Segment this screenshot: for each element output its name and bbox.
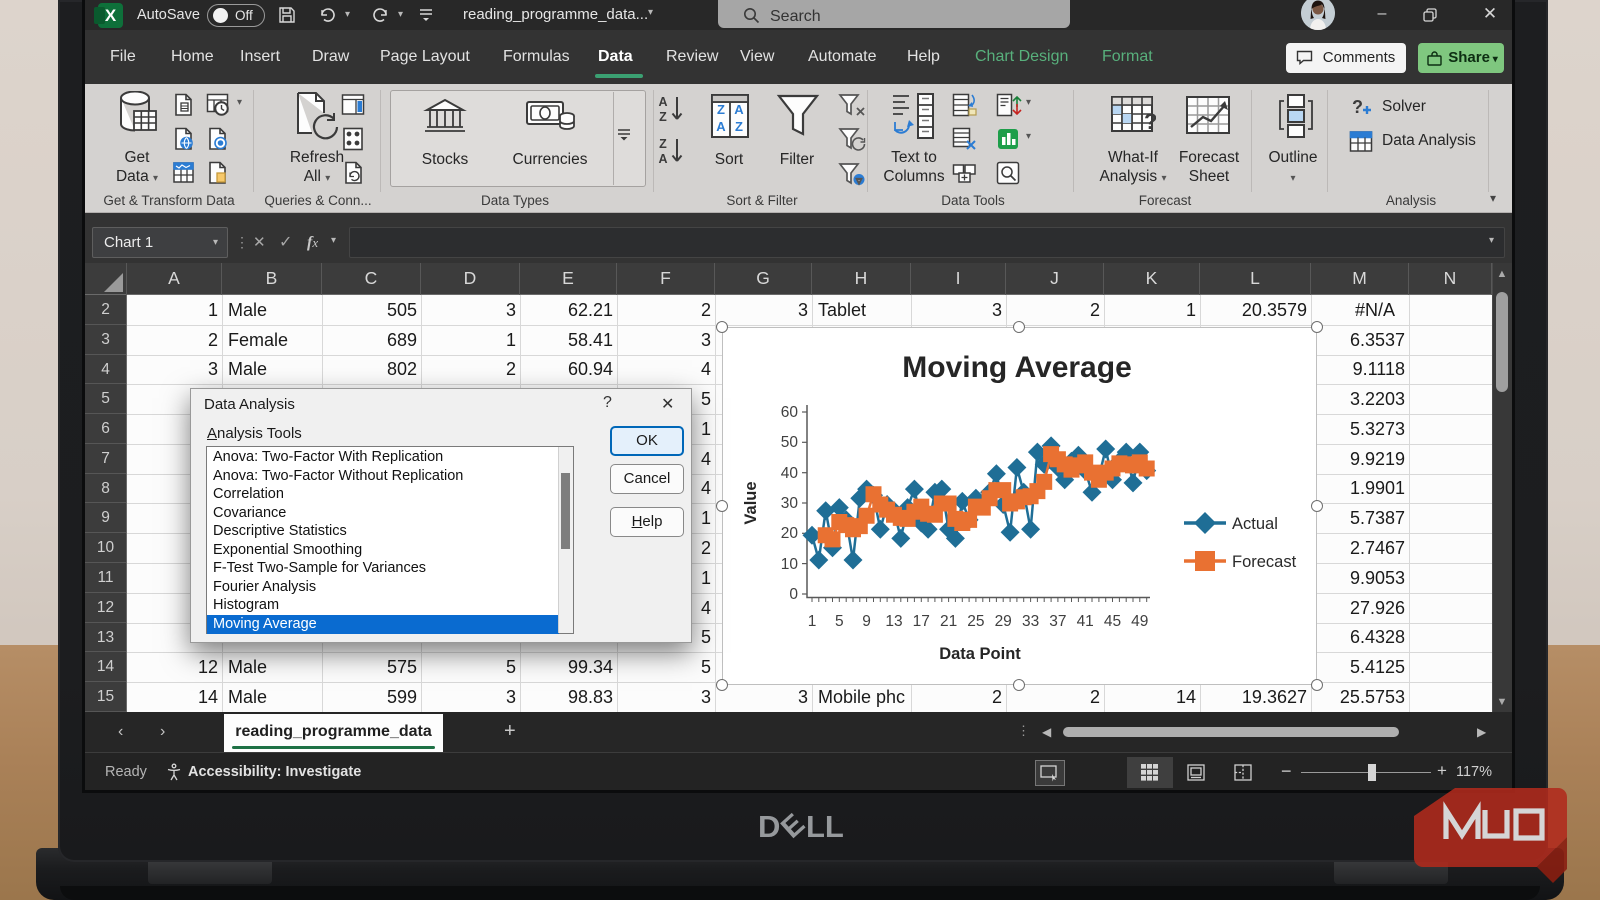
svg-text:Data Point: Data Point — [939, 645, 1021, 663]
svg-text:Z: Z — [659, 110, 667, 124]
svg-text:30: 30 — [781, 495, 799, 512]
svg-text:A: A — [734, 102, 744, 117]
svg-text:LL: LL — [806, 809, 844, 844]
svg-text:60: 60 — [781, 404, 799, 421]
svg-text:20: 20 — [781, 525, 799, 542]
svg-text:17: 17 — [913, 613, 930, 630]
svg-text:A: A — [716, 119, 726, 134]
svg-text:37: 37 — [1049, 613, 1066, 630]
svg-text:13: 13 — [885, 613, 902, 630]
svg-text:10: 10 — [781, 556, 799, 573]
svg-text:A: A — [658, 152, 667, 166]
svg-text:50: 50 — [781, 434, 799, 451]
svg-text:Value: Value — [742, 481, 760, 524]
svg-text:29: 29 — [995, 613, 1012, 630]
svg-text:1: 1 — [808, 613, 817, 630]
svg-text:▾: ▾ — [856, 176, 862, 186]
svg-text:21: 21 — [940, 613, 957, 630]
svg-text:D: D — [758, 809, 780, 844]
svg-text:9: 9 — [862, 613, 871, 630]
svg-text:45: 45 — [1104, 613, 1121, 630]
svg-text:41: 41 — [1077, 613, 1094, 630]
svg-text:Moving Average: Moving Average — [902, 351, 1132, 384]
svg-text:Actual: Actual — [1232, 515, 1278, 533]
svg-text:Z: Z — [717, 102, 725, 117]
svg-text:49: 49 — [1131, 613, 1148, 630]
svg-text:Forecast: Forecast — [1232, 553, 1297, 571]
svg-text:33: 33 — [1022, 613, 1039, 630]
svg-text:25: 25 — [967, 613, 984, 630]
svg-text:Z: Z — [659, 137, 667, 151]
svg-text:0: 0 — [789, 586, 798, 603]
svg-text:40: 40 — [781, 465, 799, 482]
svg-text:A: A — [658, 95, 667, 109]
svg-text:Z: Z — [735, 119, 743, 134]
svg-text:5: 5 — [835, 613, 844, 630]
